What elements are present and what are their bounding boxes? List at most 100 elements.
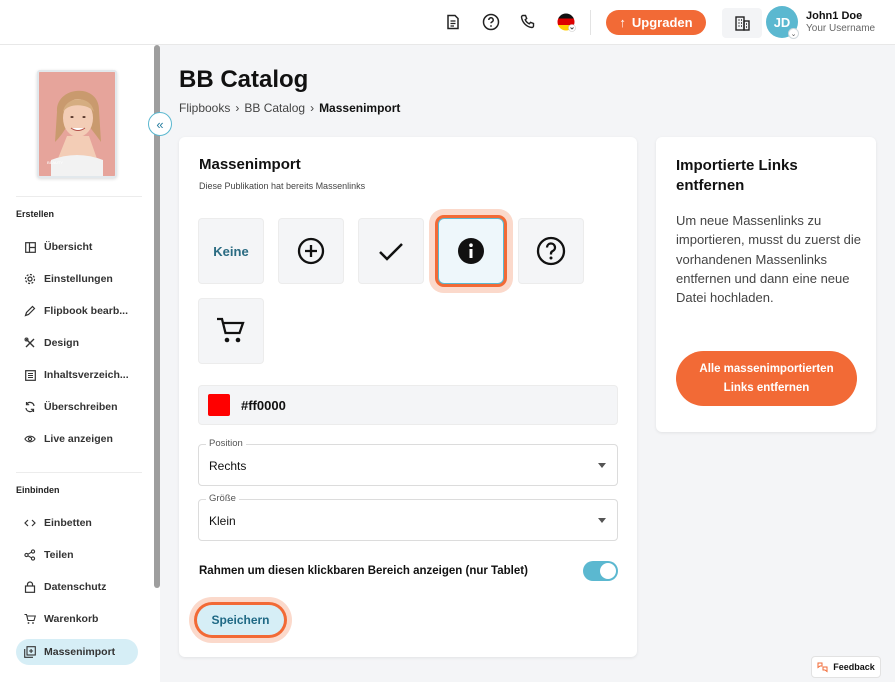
sidebar-item-design[interactable]: Design (16, 330, 138, 356)
save-button[interactable]: Speichern (197, 605, 284, 635)
svg-text:BEAUTY: BEAUTY (47, 160, 63, 165)
remove-links-heading: Importierte Links entfernen (676, 156, 798, 196)
chevron-right-icon: › (235, 101, 240, 115)
layout-icon (24, 241, 36, 253)
chevron-down-icon[interactable]: ⌄ (788, 28, 799, 39)
pencil-icon (24, 305, 36, 317)
position-label: Position (206, 438, 246, 449)
breadcrumb: Flipbooks › BB Catalog › Massenimport (179, 101, 400, 115)
sidebar-divider (16, 196, 142, 197)
border-toggle-label: Rahmen um diesen klickbaren Bereich anze… (199, 565, 528, 577)
chevron-right-icon: › (310, 101, 315, 115)
size-value: Klein (209, 514, 236, 528)
icon-option-label: Keine (213, 243, 249, 259)
sidebar-item-inhaltsverzeichnis[interactable]: Inhaltsverzeich... (16, 362, 138, 388)
sidebar-item-teilen[interactable]: Teilen (16, 542, 138, 568)
sidebar-item-label: Teilen (44, 549, 74, 561)
sidebar-item-einstellungen[interactable]: Einstellungen (16, 266, 138, 292)
dropdown-arrow-icon (598, 518, 606, 523)
size-label: Größe (206, 493, 239, 504)
sidebar-section-title: Erstellen (16, 209, 55, 219)
heading-line: entfernen (676, 177, 745, 194)
sidebar-item-label: Flipbook bearb... (44, 305, 129, 317)
icon-option-question[interactable] (518, 218, 584, 284)
button-line: Links entfernen (723, 381, 810, 394)
icon-option-none[interactable]: Keine (198, 218, 264, 284)
refresh-icon (24, 401, 36, 413)
toggle-knob (600, 563, 616, 579)
feedback-label: Feedback (833, 662, 875, 672)
remove-all-links-button[interactable]: Alle massenimportierten Links entfernen (676, 351, 857, 406)
code-icon (24, 517, 36, 529)
sidebar-item-label: Massenimport (44, 646, 116, 658)
plus-circle-icon (297, 237, 325, 265)
icon-option-check[interactable] (358, 218, 424, 284)
user-subtitle: Your Username (806, 23, 876, 34)
page-title: BB Catalog (179, 66, 309, 93)
dropdown-arrow-icon (598, 463, 606, 468)
position-select[interactable]: Position Rechts (198, 438, 618, 486)
help-icon[interactable] (480, 11, 502, 33)
sidebar-item-flipbook-bearbeiten[interactable]: Flipbook bearb... (16, 298, 138, 324)
breadcrumb-link[interactable]: BB Catalog (244, 101, 305, 115)
sidebar-item-uebersicht[interactable]: Übersicht (16, 234, 138, 260)
cart-icon (217, 317, 245, 343)
sidebar-item-label: Design (44, 337, 80, 349)
sidebar-item-datenschutz[interactable]: Datenschutz (16, 574, 138, 600)
tools-icon (24, 337, 36, 349)
sidebar-section-title: Einbinden (16, 485, 60, 495)
phone-icon[interactable] (517, 11, 539, 33)
arrow-up-icon: ↑ (619, 15, 626, 30)
organization-button[interactable] (722, 8, 762, 38)
sidebar-item-einbetten[interactable]: Einbetten (16, 510, 138, 536)
feedback-button[interactable]: Feedback (811, 656, 881, 678)
cart-icon (24, 613, 36, 625)
icon-option-cart[interactable] (198, 298, 264, 364)
remove-links-description: Um neue Massenlinks zu importieren, muss… (676, 213, 861, 306)
import-icon (24, 646, 36, 658)
top-bar: ↑ Upgraden JD ⌄ John1 Doe Your Username (0, 0, 895, 45)
button-line: Alle massenimportierten (699, 362, 834, 375)
sidebar-item-ueberschreiben[interactable]: Überschreiben (16, 394, 138, 420)
info-icon (458, 238, 484, 264)
sidebar-item-warenkorb[interactable]: Warenkorb (16, 606, 138, 632)
sidebar-divider (16, 472, 142, 473)
sidebar-item-label: Warenkorb (44, 613, 99, 625)
size-select[interactable]: Größe Klein (198, 493, 618, 541)
lock-icon (24, 581, 36, 593)
color-swatch[interactable] (208, 394, 230, 416)
flipbook-cover-thumbnail[interactable]: BEAUTY (37, 70, 117, 178)
collapse-sidebar-button[interactable]: « (148, 112, 172, 136)
share-icon (24, 549, 36, 561)
sidebar-item-live-anzeigen[interactable]: Live anzeigen (16, 426, 138, 452)
check-icon (379, 243, 403, 261)
sidebar-item-label: Übersicht (44, 241, 93, 253)
icon-option-plus[interactable] (278, 218, 344, 284)
sidebar-item-label: Live anzeigen (44, 433, 113, 445)
feedback-icon (817, 662, 828, 672)
upgrade-button[interactable]: ↑ Upgraden (606, 10, 706, 35)
list-icon (24, 369, 36, 381)
position-value: Rechts (209, 459, 247, 473)
mass-import-subtitle: Diese Publikation hat bereits Massenlink… (199, 181, 366, 191)
heading-line: Importierte Links (676, 157, 798, 174)
color-field[interactable]: #ff0000 (198, 385, 618, 425)
user-name: John1 Doe (806, 10, 863, 22)
upgrade-label: Upgraden (631, 15, 693, 30)
sidebar-item-label: Überschreiben (44, 401, 118, 413)
icon-option-info[interactable] (438, 218, 504, 284)
eye-icon (24, 433, 36, 445)
sidebar-item-massenimport[interactable]: Massenimport (16, 639, 138, 665)
border-toggle[interactable] (583, 561, 618, 581)
sidebar-item-label: Inhaltsverzeich... (44, 369, 129, 381)
document-icon[interactable] (442, 11, 464, 33)
sidebar-item-label: Einstellungen (44, 273, 113, 285)
gear-icon (24, 273, 36, 285)
sidebar-item-label: Einbetten (44, 517, 92, 529)
breadcrumb-link[interactable]: Flipbooks (179, 101, 230, 115)
question-icon (536, 236, 566, 266)
divider (590, 10, 591, 35)
building-icon (734, 15, 750, 31)
german-flag-icon[interactable] (555, 11, 577, 33)
remove-button-label: Alle massenimportierten Links entfernen (699, 360, 833, 398)
